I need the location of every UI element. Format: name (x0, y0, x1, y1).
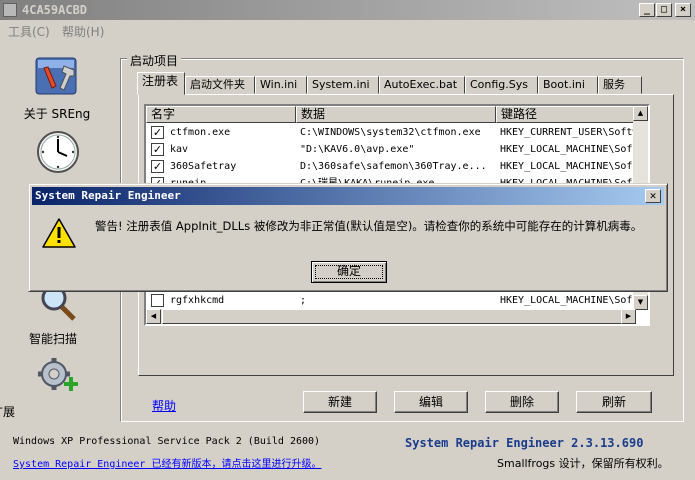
row-data: ; (300, 295, 307, 306)
tab-system-ini[interactable]: System.ini (307, 76, 379, 94)
tab-win-ini[interactable]: Win.ini (255, 76, 307, 94)
row-data: C:\WINDOWS\system32\ctfmon.exe (300, 127, 481, 138)
row-name: rgfxhkcmd (170, 295, 225, 306)
table-row[interactable]: rgfxhkcmd ; HKEY_LOCAL_MACHINE\Sof (146, 292, 636, 309)
row-path: HKEY_CURRENT_USER\Softw (500, 127, 636, 138)
minimize-button[interactable]: _ (639, 3, 655, 17)
dialog-title: System Repair Engineer (35, 189, 181, 202)
dialog-title-bar: System Repair Engineer ✕ (32, 187, 664, 205)
dialog-message: 警告! 注册表值 AppInit_DLLs 被修改为非正常值(默认值是空)。请检… (95, 219, 643, 233)
tab-services[interactable]: 服务 (598, 76, 642, 94)
scroll-thumb[interactable] (162, 309, 622, 324)
delete-button[interactable]: 删除 (485, 391, 559, 413)
table-row[interactable]: ✓ ctfmon.exe C:\WINDOWS\system32\ctfmon.… (146, 124, 636, 141)
row-checkbox[interactable]: ✓ (151, 160, 164, 173)
version-label: System Repair Engineer 2.3.13.690 (405, 436, 644, 450)
clock-icon[interactable] (36, 130, 80, 174)
row-name: ctfmon.exe (170, 127, 231, 138)
row-checkbox[interactable] (151, 294, 164, 307)
tab-startup-folder[interactable]: 启动文件夹 (185, 76, 255, 94)
row-checkbox[interactable]: ✓ (151, 143, 164, 156)
scroll-up-icon[interactable]: ▲ (633, 106, 648, 121)
new-button[interactable]: 新建 (303, 391, 377, 413)
os-info: Windows XP Professional Service Pack 2 (… (13, 436, 321, 447)
ok-button[interactable]: 确定 (311, 261, 387, 283)
menu-tools[interactable]: 工具(C) (8, 23, 50, 40)
maximize-button[interactable]: □ (656, 3, 672, 17)
sidebar-item-smart-scan[interactable]: 智能扫描 (0, 330, 108, 347)
close-button[interactable]: × (675, 3, 691, 17)
row-path: HKEY_LOCAL_MACHINE\Sof (500, 161, 633, 172)
window-title: 4CA59ACBD (22, 3, 88, 17)
scroll-left-icon[interactable]: ◀ (146, 309, 161, 324)
row-checkbox[interactable]: ✓ (151, 126, 164, 139)
row-path: HKEY_LOCAL_MACHINE\Sof (500, 144, 633, 155)
column-name[interactable]: 名字 (146, 106, 296, 123)
tab-autoexec-bat[interactable]: AutoExec.bat (379, 76, 465, 94)
app-icon (3, 3, 17, 17)
help-link[interactable]: 帮助 (152, 397, 176, 414)
tab-config-sys[interactable]: Config.Sys (465, 76, 538, 94)
scroll-right-icon[interactable]: ▶ (621, 309, 636, 324)
edit-button[interactable]: 编辑 (394, 391, 468, 413)
column-path[interactable]: 键路径 (496, 106, 636, 123)
refresh-button[interactable]: 刷新 (576, 391, 652, 413)
menu-help[interactable]: 帮助(H) (62, 23, 104, 40)
update-link[interactable]: System Repair Engineer 已经有新版本，请点击这里进行升级。 (13, 455, 321, 470)
row-data: "D:\KAV6.0\avp.exe" (300, 144, 415, 155)
warning-icon (42, 218, 76, 248)
scroll-down-icon[interactable]: ▼ (633, 295, 648, 310)
row-path: HKEY_LOCAL_MACHINE\Sof (500, 295, 633, 306)
group-title: 启动项目 (127, 52, 182, 69)
table-row[interactable]: ✓ kav "D:\KAV6.0\avp.exe" HKEY_LOCAL_MAC… (146, 141, 636, 158)
dialog-close-button[interactable]: ✕ (645, 189, 661, 203)
row-name: kav (170, 144, 189, 155)
tab-boot-ini[interactable]: Boot.ini (538, 76, 598, 94)
column-data[interactable]: 数据 (296, 106, 496, 123)
sidebar-item-extend[interactable]: 扩展 (0, 403, 58, 420)
row-name: 360Safetray (170, 161, 237, 172)
gear-plus-icon[interactable] (36, 356, 80, 400)
horizontal-scrollbar[interactable]: ◀ ▶ (146, 309, 636, 324)
sidebar-item-about[interactable]: 关于 SREng (2, 105, 112, 122)
focus-rect (315, 265, 383, 279)
title-bar: 4CA59ACBD _ □ × (0, 0, 695, 20)
table-row[interactable]: ✓ 360Safetray D:\360safe\safemon\360Tray… (146, 158, 636, 175)
tab-registry[interactable]: 注册表 (137, 72, 185, 95)
menu-bar: 工具(C) 帮助(H) (0, 20, 695, 40)
row-data: D:\360safe\safemon\360Tray.e... (300, 161, 487, 172)
copyright-label: Smallfrogs 设计，保留所有权利。 (497, 457, 669, 470)
warning-dialog: System Repair Engineer ✕ 警告! 注册表值 AppIni… (28, 183, 668, 292)
tools-icon[interactable] (34, 54, 78, 98)
